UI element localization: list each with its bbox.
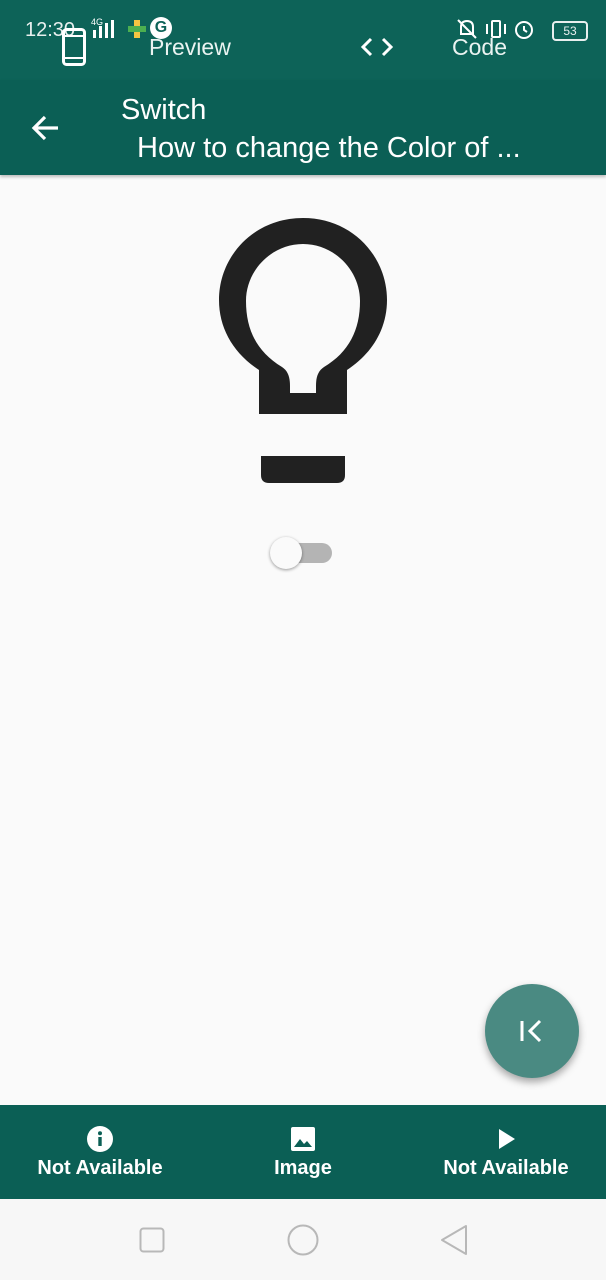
app-bar: Switch How to change the Color of ... [0, 80, 606, 175]
switch-thumb [270, 537, 302, 569]
bottom-nav-label: Not Available [37, 1157, 163, 1179]
code-icon[interactable] [360, 36, 394, 58]
bottom-nav-label: Not Available [443, 1157, 569, 1179]
tab-preview[interactable]: Preview [149, 34, 231, 61]
info-icon [87, 1126, 113, 1152]
bottom-nav-run[interactable]: Not Available [406, 1105, 606, 1199]
bottom-nav-label: Image [274, 1157, 332, 1179]
battery-icon: 53 [552, 21, 588, 41]
page-subtitle: How to change the Color of ... [137, 132, 521, 164]
phone-icon[interactable] [62, 28, 86, 66]
bottom-nav-info[interactable]: Not Available [0, 1105, 200, 1199]
bottom-nav-image[interactable]: Image [203, 1105, 403, 1199]
page-title: Switch [121, 94, 207, 126]
play-icon [499, 1129, 515, 1149]
bottom-navigation: Not Available Image Not Available [0, 1105, 606, 1199]
system-navigation-bar [0, 1199, 606, 1280]
back-icon[interactable] [440, 1224, 468, 1256]
lightbulb-outline-icon [219, 218, 387, 483]
top-tab-bar: 12:30 4G G 53 Preview Code [0, 0, 606, 80]
toggle-switch[interactable] [270, 537, 332, 569]
image-icon [291, 1127, 315, 1151]
back-arrow-icon[interactable] [30, 112, 62, 144]
recent-apps-icon[interactable] [139, 1227, 165, 1253]
alarm-icon [515, 21, 533, 39]
status-bar: 12:30 4G G 53 [0, 0, 606, 60]
first-page-icon [520, 1019, 542, 1043]
tab-code[interactable]: Code [452, 34, 507, 61]
first-page-button[interactable] [485, 984, 579, 1078]
app-notification-icon [128, 20, 146, 38]
home-icon[interactable] [287, 1224, 319, 1256]
signal-icon [93, 20, 114, 38]
